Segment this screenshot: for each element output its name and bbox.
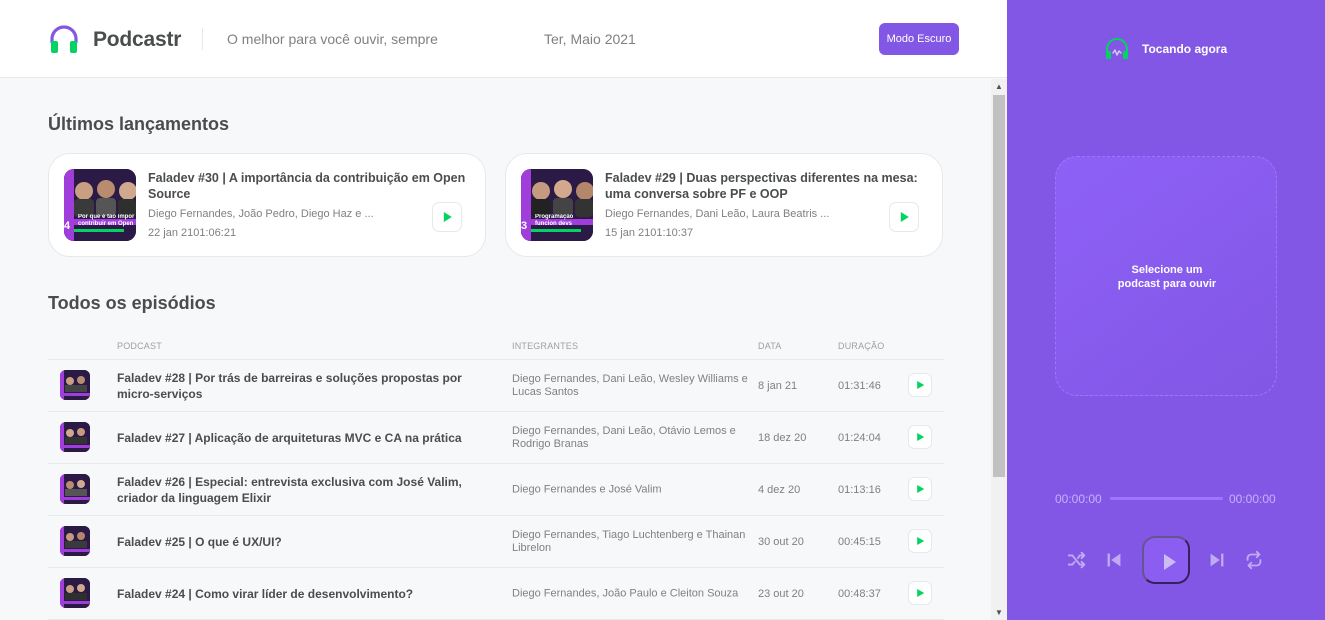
table-row: Faladev #27 | Aplicação de arquiteturas … [48, 412, 944, 464]
column-header-duration: DURAÇÃO [838, 341, 885, 351]
latest-episode-card: Programação funcion devs orientados a o … [505, 153, 943, 257]
play-icon [917, 485, 925, 493]
play-icon [1164, 554, 1176, 570]
headphones-icon [50, 25, 78, 53]
latest-episode-card: Por que é tão impor contribuir em Open S… [48, 153, 486, 257]
episode-duration: 01:31:46 [838, 379, 881, 392]
empty-player-placeholder: Selecione um podcast para ouvir [1055, 156, 1277, 396]
dark-mode-button[interactable]: Modo Escuro [879, 23, 959, 55]
episode-title[interactable]: Faladev #25 | O que é UX/UI? [117, 534, 487, 550]
episode-members: Diego Fernandes, João Paulo e Cleiton So… [512, 587, 739, 599]
episode-thumbnail [60, 422, 90, 452]
episode-date: 30 out 20 [758, 535, 804, 548]
episode-title[interactable]: Faladev #27 | Aplicação de arquiteturas … [117, 430, 487, 446]
episode-duration: 00:45:15 [838, 535, 881, 548]
latest-episodes-title: Últimos lançamentos [48, 114, 230, 134]
shuffle-icon[interactable] [1066, 549, 1088, 571]
player-play-button[interactable] [1142, 536, 1190, 584]
play-button[interactable] [889, 202, 919, 232]
thumbnail-caption: Por que é tão impor contribuir em Open S [78, 214, 135, 227]
episode-members: Diego Fernandes, João Pedro, Diego Haz e… [148, 208, 374, 220]
progress-slider[interactable] [1110, 497, 1223, 500]
thumbnail-number: 4 [64, 220, 71, 232]
column-header-date: DATA [758, 341, 782, 351]
thumbnail-number: 3 [521, 220, 528, 232]
episode-date: 23 out 20 [758, 587, 804, 600]
player-panel: Tocando agora Selecione um podcast para … [1007, 0, 1325, 620]
episode-title[interactable]: Faladev #29 | Duas perspectivas diferent… [605, 170, 925, 202]
table-row: Faladev #28 | Por trás de barreiras e so… [48, 360, 944, 412]
current-time: 00:00:00 [1055, 492, 1102, 506]
episode-members: Diego Fernandes, Dani Leão, Otávio Lemos… [512, 424, 736, 450]
episode-date: 8 jan 21 [758, 379, 798, 392]
current-date: Ter, Maio 2021 [544, 31, 636, 47]
column-header-podcast: PODCAST [117, 341, 162, 351]
episode-members: Diego Fernandes, Tiago Luchtenberg e Tha… [512, 528, 746, 554]
episode-members: Diego Fernandes, Dani Leão, Laura Beatri… [605, 208, 830, 220]
episode-members: Diego Fernandes, Dani Leão, Wesley Willi… [512, 372, 748, 398]
thumbnail-caption: Programação funcion devs orientados a o [535, 214, 574, 227]
episode-duration: 01:13:16 [838, 483, 881, 496]
episode-members: Diego Fernandes e José Valim [512, 483, 662, 495]
episodes-table: PODCAST INTEGRANTES DATA DURAÇÃO Faladev… [48, 333, 944, 620]
episode-title[interactable]: Faladev #30 | A importância da contribui… [148, 170, 468, 202]
headphones-icon [1106, 38, 1128, 59]
episode-date-duration: 15 jan 2101:10:37 [605, 227, 694, 239]
episode-thumbnail [60, 474, 90, 504]
episode-thumbnail [60, 370, 90, 400]
table-row: Faladev #25 | O que é UX/UI? Diego Ferna… [48, 516, 944, 568]
episode-title[interactable]: Faladev #24 | Como virar líder de desenv… [117, 586, 487, 602]
skip-previous-icon[interactable] [1103, 549, 1125, 571]
episode-thumbnail [60, 578, 90, 608]
repeat-icon[interactable] [1243, 549, 1265, 571]
episode-date-duration: 22 jan 2101:06:21 [148, 227, 237, 239]
table-row: Faladev #24 | Como virar líder de desenv… [48, 568, 944, 620]
play-button[interactable] [432, 202, 462, 232]
table-row: Faladev #26 | Especial: entrevista exclu… [48, 464, 944, 516]
play-button[interactable] [908, 373, 932, 397]
play-button[interactable] [908, 425, 932, 449]
play-icon [900, 212, 909, 222]
tagline: O melhor para você ouvir, sempre [227, 31, 438, 47]
episode-thumbnail [60, 526, 90, 556]
episode-duration: 01:24:04 [838, 431, 881, 444]
episode-thumbnail: Programação funcion devs orientados a o … [521, 169, 593, 241]
play-icon [917, 589, 925, 597]
episode-duration: 00:48:37 [838, 587, 881, 600]
now-playing-label: Tocando agora [1142, 42, 1228, 56]
scrollbar[interactable]: ▲ ▼ [991, 79, 1007, 620]
play-button[interactable] [908, 529, 932, 553]
all-episodes-title: Todos os episódios [48, 293, 216, 313]
table-header: PODCAST INTEGRANTES DATA DURAÇÃO [48, 333, 944, 360]
scroll-down-arrow-icon[interactable]: ▼ [991, 605, 1007, 620]
header: Podcastr O melhor para você ouvir, sempr… [0, 0, 1007, 78]
logo-text: Podcastr [93, 28, 182, 51]
play-icon [917, 433, 925, 441]
play-button[interactable] [908, 581, 932, 605]
episode-title[interactable]: Faladev #26 | Especial: entrevista exclu… [117, 474, 487, 506]
play-button[interactable] [908, 477, 932, 501]
empty-player-text: Selecione um podcast para ouvir [1117, 264, 1217, 290]
episode-date: 4 dez 20 [758, 483, 801, 496]
play-icon [917, 537, 925, 545]
episode-title[interactable]: Faladev #28 | Por trás de barreiras e so… [117, 370, 487, 402]
skip-next-icon[interactable] [1206, 549, 1228, 571]
play-icon [917, 381, 925, 389]
episode-thumbnail: Por que é tão impor contribuir em Open S… [64, 169, 136, 241]
main-content: Podcastr O melhor para você ouvir, sempr… [0, 0, 1007, 620]
play-icon [443, 212, 452, 222]
column-header-members: INTEGRANTES [512, 341, 579, 351]
total-time: 00:00:00 [1229, 492, 1276, 506]
scrollbar-thumb[interactable] [993, 95, 1005, 477]
header-divider [202, 28, 203, 50]
scroll-up-arrow-icon[interactable]: ▲ [991, 79, 1007, 94]
episode-date: 18 dez 20 [758, 431, 807, 444]
